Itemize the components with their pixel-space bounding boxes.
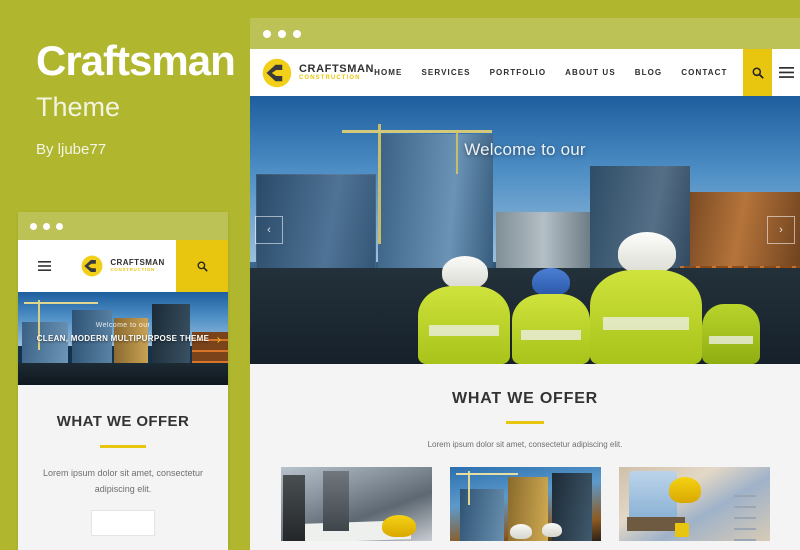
desktop-hero-welcome: Welcome to our: [464, 140, 586, 159]
desktop-logo-name: CRAFTSMAN: [299, 62, 375, 75]
desktop-offer-body: Lorem ipsum dolor sit amet, consectetur …: [427, 440, 623, 449]
mobile-offer-section: WHAT WE OFFER Lorem ipsum dolor sit amet…: [18, 385, 228, 550]
hard-hat-icon: [668, 477, 701, 503]
hero-crane-arm: [342, 130, 492, 133]
nav-item-blog[interactable]: BLOG: [635, 68, 663, 77]
hero-worker-4: [702, 292, 760, 364]
slider-prev-button[interactable]: ‹: [255, 216, 283, 244]
mobile-site-header: CRAFTSMAN CONSTRUCTION: [18, 240, 228, 292]
mobile-titlebar: [18, 212, 228, 240]
titlebar-dot-3[interactable]: [293, 29, 301, 38]
hard-hat-icon: [509, 524, 532, 539]
hero-worker-2: [512, 268, 590, 364]
mobile-logo[interactable]: CRAFTSMAN CONSTRUCTION: [70, 240, 176, 292]
mobile-search-button[interactable]: [176, 240, 228, 292]
nav-item-contact[interactable]: CONTACT: [681, 68, 727, 77]
desktop-offer-section: WHAT WE OFFER Lorem ipsum dolor sit amet…: [250, 364, 800, 550]
offer-card-worker[interactable]: [618, 467, 770, 541]
desktop-logo-tagline: CONSTRUCTION: [299, 75, 361, 82]
desktop-preview-window: CRAFTSMAN CONSTRUCTION HOME SERVICES POR…: [250, 18, 800, 550]
hard-hat-icon: [618, 232, 676, 274]
mobile-hero-slider: Welcome to our CLEAN, MODERN MULTIPURPOS…: [18, 292, 228, 385]
titlebar-dot-1[interactable]: [263, 29, 271, 38]
nav-item-about-us[interactable]: ABOUT US: [565, 68, 616, 77]
desktop-site-header: CRAFTSMAN CONSTRUCTION HOME SERVICES POR…: [250, 49, 800, 96]
hard-hat-icon: [381, 515, 416, 537]
promo-block: Craftsman Theme By ljube77: [36, 37, 246, 159]
hard-hat-icon: [442, 256, 488, 289]
titlebar-dot-2[interactable]: [278, 29, 286, 38]
slider-next-button[interactable]: ›: [767, 216, 795, 244]
hard-hat-icon: [541, 523, 562, 537]
search-icon: [197, 261, 208, 272]
screenshot-stage: Craftsman Theme By ljube77 CRAFTSMAN CON…: [0, 0, 800, 550]
mobile-hamburger-menu-icon[interactable]: [18, 240, 70, 292]
hero-worker-3: [590, 232, 702, 364]
craftsman-c-logo-icon: [262, 58, 292, 87]
mobile-hero-headline: CLEAN, MODERN MULTIPURPOSE THEME: [36, 334, 210, 343]
mobile-logo-tagline: CONSTRUCTION: [110, 266, 156, 272]
desktop-offer-title: WHAT WE OFFER: [451, 390, 599, 407]
promo-title: Craftsman: [36, 37, 236, 84]
desktop-search-button[interactable]: [743, 49, 773, 96]
desktop-main-nav: HOME SERVICES PORTFOLIO ABOUT US BLOG CO…: [374, 49, 743, 96]
desktop-hero-slider: Welcome to our ‹ ›: [250, 96, 800, 364]
desktop-logo[interactable]: CRAFTSMAN CONSTRUCTION: [250, 49, 374, 96]
desktop-titlebar: [250, 18, 800, 49]
nav-item-portfolio[interactable]: PORTFOLIO: [490, 68, 547, 77]
desktop-offer-divider: [506, 421, 544, 424]
mobile-offer-body: Lorem ipsum dolor sit amet, consectetur …: [42, 468, 204, 494]
titlebar-dot-2[interactable]: [43, 222, 50, 230]
mobile-offer-divider: [100, 445, 146, 448]
mobile-hero-welcome: Welcome to our: [95, 322, 151, 329]
mobile-offer-title: WHAT WE OFFER: [56, 413, 190, 430]
offer-card-construction-site[interactable]: [449, 467, 601, 541]
search-icon: [752, 67, 764, 79]
nav-item-services[interactable]: SERVICES: [421, 68, 470, 77]
titlebar-dot-1[interactable]: [30, 222, 37, 230]
hard-hat-icon: [532, 268, 570, 296]
mobile-offer-card[interactable]: [91, 509, 155, 536]
desktop-offer-cards: [250, 467, 800, 541]
mobile-hero-text: Welcome to our CLEAN, MODERN MULTIPURPOS…: [18, 322, 228, 343]
desktop-hamburger-menu-icon[interactable]: [772, 49, 800, 96]
promo-subtitle: Theme: [36, 92, 121, 122]
hero-worker-1: [418, 256, 510, 364]
craftsman-c-logo-icon: [81, 255, 103, 277]
nav-item-home[interactable]: HOME: [374, 68, 402, 77]
offer-card-blueprints[interactable]: [280, 467, 432, 541]
titlebar-dot-3[interactable]: [56, 222, 63, 230]
mobile-slider-next-arrow[interactable]: ›: [217, 332, 221, 345]
mobile-preview-window: CRAFTSMAN CONSTRUCTION Welcome to our CL…: [18, 212, 228, 550]
promo-author: By ljube77: [36, 141, 107, 158]
